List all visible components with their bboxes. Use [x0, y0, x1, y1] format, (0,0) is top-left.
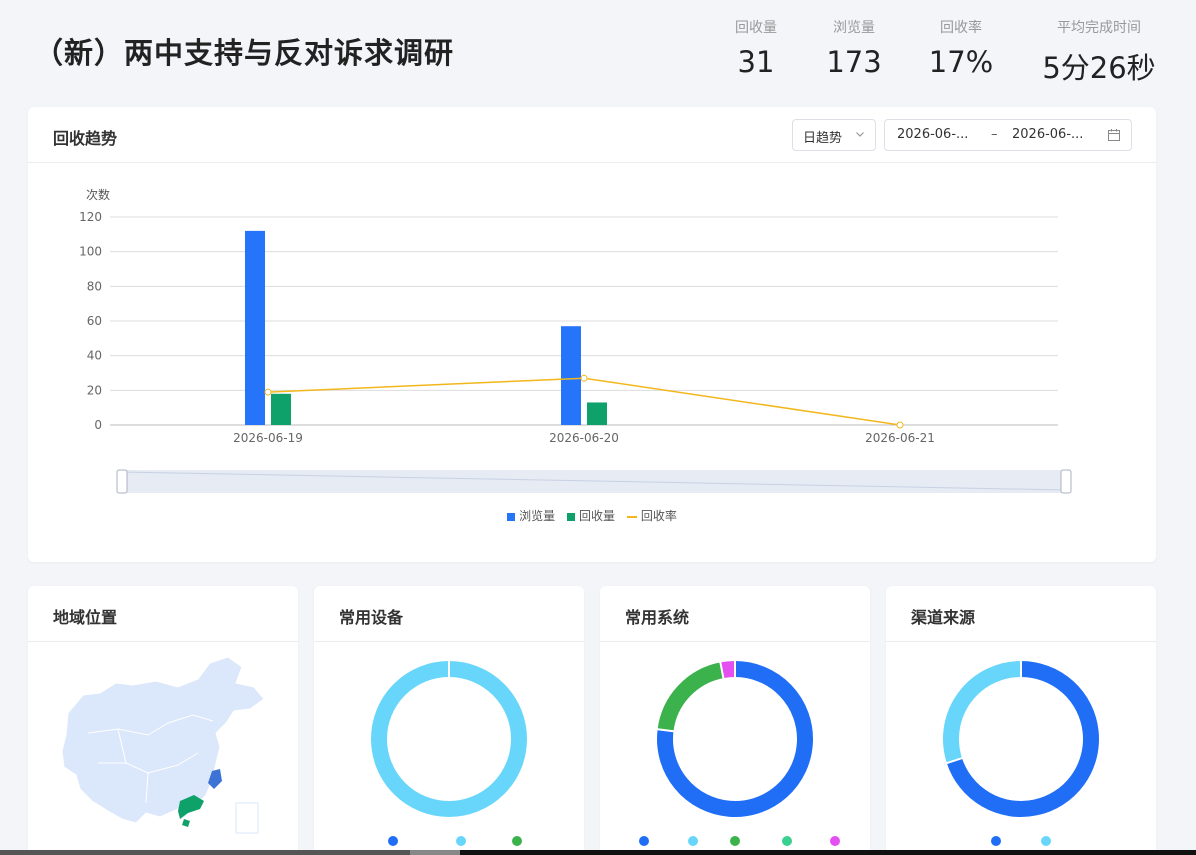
stat-value: 173 [826, 45, 882, 79]
date-separator: – [991, 127, 998, 142]
legend-label: 浏览量 [519, 509, 556, 523]
stat-views: 浏览量 173 [818, 17, 890, 79]
os-title: 常用系统 [625, 608, 690, 627]
region-card-header: 地域位置 [28, 586, 298, 642]
channel-legend [886, 836, 1156, 848]
zoom-handle-right[interactable] [1060, 469, 1072, 494]
legend-label: 回收量 [578, 509, 615, 523]
legend-dot[interactable] [782, 836, 792, 846]
legend-item-rate[interactable]: 回收率 [626, 507, 677, 524]
legend-swatch [626, 515, 637, 518]
bar[interactable] [561, 326, 581, 425]
trend-card: 回收趋势 日趋势 2026-06-... – 2026-06-... 次数 0 2… [28, 107, 1156, 562]
y-tick-label: 120 [79, 210, 102, 224]
donut-slice[interactable] [720, 661, 736, 679]
date-end-input[interactable]: 2026-06-... [1012, 127, 1083, 142]
granularity-value: 日趋势 [803, 131, 843, 146]
stat-rate: 回收率 17% [922, 17, 1000, 79]
bar[interactable] [245, 230, 265, 425]
x-tick-label: 2026-06-19 [233, 431, 303, 445]
zoom-handle-left[interactable] [116, 469, 128, 494]
stat-label: 平均完成时间 [1057, 20, 1141, 36]
legend-item-collected[interactable]: 回收量 [566, 507, 615, 524]
y-tick-label: 0 [94, 418, 102, 432]
calendar-icon[interactable] [1107, 128, 1121, 146]
stat-avg-time: 平均完成时间 5分26秒 [1036, 17, 1162, 87]
trend-card-header: 回收趋势 日趋势 2026-06-... – 2026-06-... [28, 107, 1156, 163]
stat-label: 回收量 [735, 20, 777, 36]
page-header: （新）两中支持与反对诉求调研 回收量 31 浏览量 173 回收率 17% 平均… [0, 0, 1196, 100]
legend-item-views[interactable]: 浏览量 [507, 507, 555, 524]
bar[interactable] [271, 393, 291, 425]
line-point[interactable] [580, 374, 588, 382]
legend-dot[interactable] [730, 836, 740, 846]
line-point[interactable] [896, 421, 904, 429]
legend-dot[interactable] [388, 836, 398, 846]
legend-dot[interactable] [1041, 836, 1051, 846]
taskbar [0, 850, 1196, 855]
granularity-select[interactable]: 日趋势 [792, 119, 876, 151]
stat-value: 5分26秒 [1042, 51, 1156, 85]
line-point[interactable] [264, 388, 272, 396]
channel-card: 渠道来源 [886, 586, 1156, 855]
legend-label: 回收率 [640, 509, 677, 523]
x-tick-label: 2026-06-21 [865, 431, 935, 445]
stat-value: 31 [737, 45, 775, 79]
y-tick-label: 60 [87, 314, 102, 328]
taskbar-item[interactable] [410, 850, 460, 855]
legend-dot[interactable] [512, 836, 522, 846]
legend-dot[interactable] [830, 836, 840, 846]
donut-slice[interactable] [657, 662, 724, 732]
trend-chart: 次数 0 20 40 60 80 100 120 2026-06-19 2026-06-20 2… [79, 187, 1072, 494]
legend-dot[interactable] [456, 836, 466, 846]
channel-card-header: 渠道来源 [886, 586, 1156, 642]
stat-label: 回收率 [940, 20, 982, 36]
legend-dot[interactable] [639, 836, 649, 846]
device-card-header: 常用设备 [314, 586, 584, 642]
legend-swatch [566, 512, 575, 521]
region-title: 地域位置 [53, 608, 118, 627]
chart-legend: 浏览量 回收量 回收率 [28, 507, 1156, 524]
y-tick-label: 80 [87, 279, 102, 293]
date-range-picker[interactable]: 2026-06-... – 2026-06-... [884, 119, 1132, 151]
chevron-down-icon [854, 128, 866, 144]
series-line [267, 377, 901, 426]
y-axis-label: 次数 [86, 187, 110, 202]
y-tick-label: 20 [87, 383, 102, 397]
channel-donut-chart [943, 660, 1099, 817]
device-legend [314, 836, 584, 848]
stat-value: 17% [928, 45, 994, 79]
os-card: 常用系统 [600, 586, 870, 855]
legend-dot[interactable] [991, 836, 1001, 846]
china-map[interactable] [28, 643, 298, 843]
os-card-header: 常用系统 [600, 586, 870, 642]
map-mainland [61, 656, 265, 824]
stat-label: 浏览量 [833, 20, 875, 36]
y-tick-label: 100 [79, 245, 102, 259]
os-legend [600, 836, 870, 848]
x-tick-label: 2026-06-20 [549, 431, 619, 445]
page-title: （新）两中支持与反对诉求调研 [34, 36, 455, 70]
map-south-sea-inset [235, 802, 259, 834]
donut-slice[interactable] [371, 661, 527, 817]
stat-collected: 回收量 31 [728, 17, 784, 79]
date-start-input[interactable]: 2026-06-... [897, 127, 968, 142]
os-donut-chart [656, 660, 813, 817]
region-card: 地域位置 [28, 586, 298, 855]
device-card: 常用设备 [314, 586, 584, 855]
taskbar-item[interactable] [0, 850, 440, 855]
bar[interactable] [587, 402, 607, 425]
trend-title: 回收趋势 [53, 129, 118, 148]
donut-slice[interactable] [943, 661, 1022, 764]
legend-dot[interactable] [688, 836, 698, 846]
map-island [182, 819, 190, 827]
channel-title: 渠道来源 [911, 608, 976, 627]
device-donut-chart [371, 660, 527, 817]
legend-swatch [507, 512, 516, 521]
y-tick-label: 40 [87, 349, 102, 363]
device-title: 常用设备 [339, 608, 404, 627]
